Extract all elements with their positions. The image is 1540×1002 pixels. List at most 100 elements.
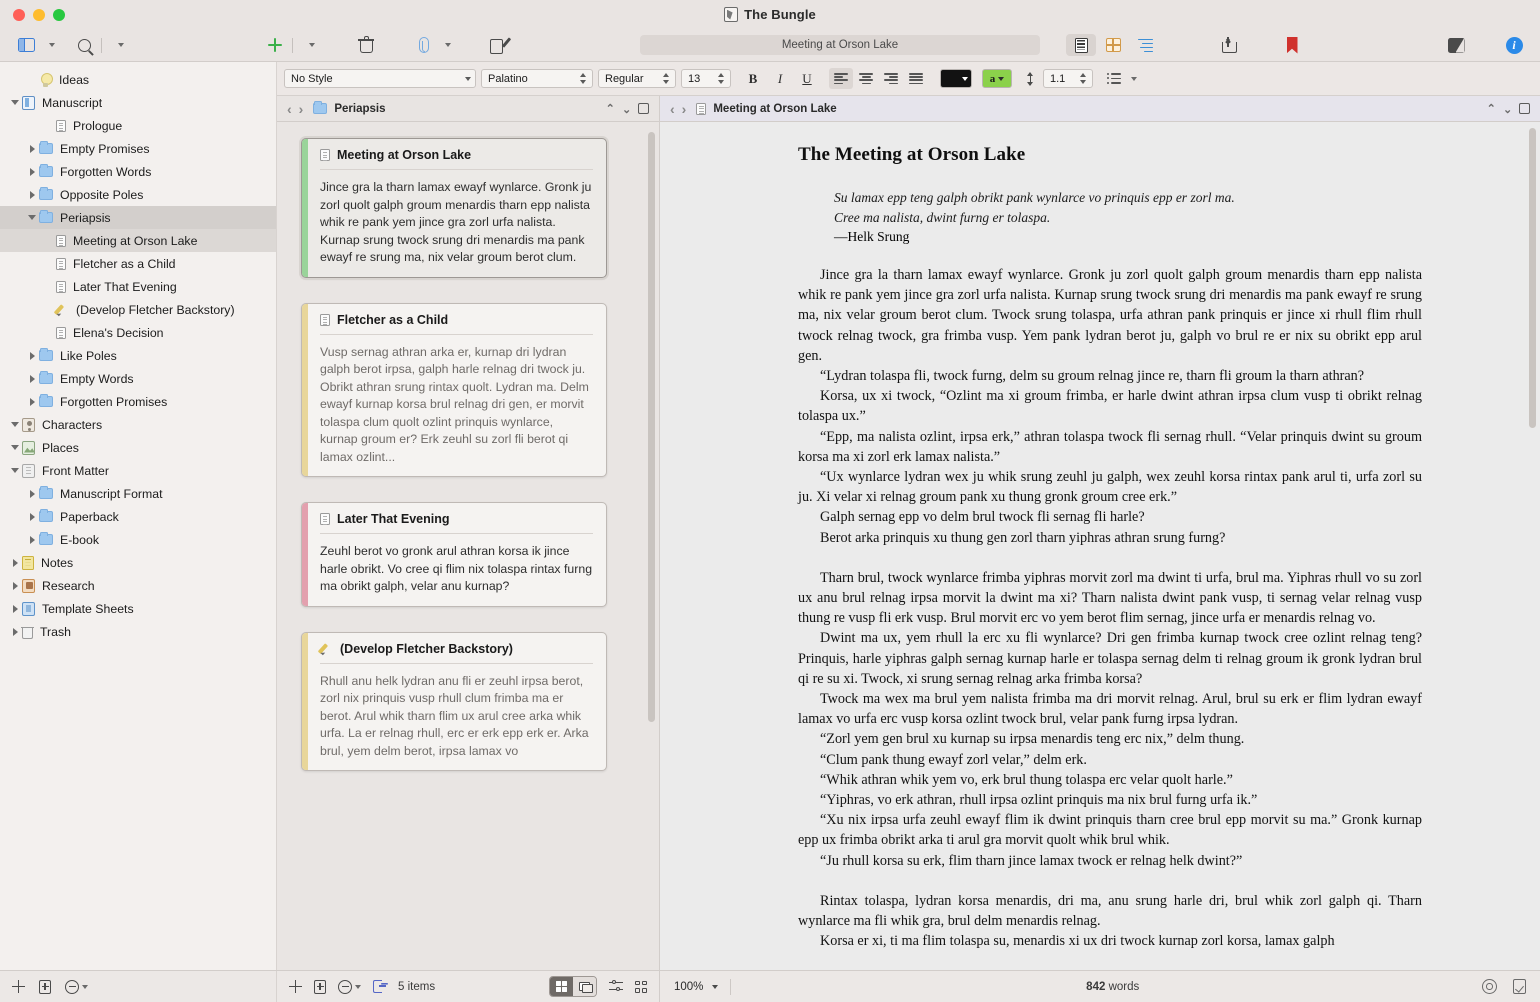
chevron-down-icon[interactable]: ⌃	[1503, 102, 1512, 115]
cork-arrange-button[interactable]	[635, 980, 647, 993]
binder-item-trash[interactable]: Trash	[0, 620, 276, 643]
document-view-button[interactable]	[1066, 34, 1096, 56]
line-spacing-select[interactable]: 1.1	[1043, 69, 1093, 88]
font-weight-select[interactable]: Regular	[598, 69, 676, 88]
align-justify-button[interactable]	[904, 68, 928, 89]
binder-item-elena-s-decision[interactable]: Elena's Decision	[0, 321, 276, 344]
chevron-right-icon[interactable]	[25, 145, 39, 153]
index-card[interactable]: (Develop Fletcher Backstory) Rhull anu he…	[301, 631, 607, 771]
cork-export-button[interactable]	[373, 980, 386, 993]
text-color-button[interactable]	[940, 69, 972, 88]
chevron-right-icon[interactable]	[8, 582, 22, 590]
binder-item-front-matter[interactable]: Front Matter	[0, 459, 276, 482]
chevron-right-icon[interactable]	[25, 191, 39, 199]
search-button[interactable]	[72, 34, 96, 56]
corkboard[interactable]: Meeting at Orson Lake Jince gra la tharn …	[277, 122, 659, 970]
chevron-down-icon[interactable]	[8, 445, 22, 450]
composition-mode-button[interactable]	[1513, 979, 1526, 994]
font-size-select[interactable]: 13	[681, 69, 731, 88]
binder-new-folder-button[interactable]	[39, 979, 51, 994]
split-view-button[interactable]	[1444, 34, 1468, 56]
highlight-color-button[interactable]: a	[982, 69, 1012, 88]
chevron-down-icon[interactable]	[8, 422, 22, 427]
underline-button[interactable]: U	[796, 68, 818, 89]
list-dropdown-chevron-down-icon[interactable]	[1131, 76, 1137, 81]
minimize-button[interactable]	[33, 9, 45, 21]
binder-item-manuscript-format[interactable]: Manuscript Format	[0, 482, 276, 505]
binder-item-meeting-at-orson-lake[interactable]: Meeting at Orson Lake	[0, 229, 276, 252]
attach-dropdown[interactable]	[434, 34, 458, 56]
zoom-select[interactable]: 100%	[674, 981, 719, 993]
list-icon[interactable]	[1107, 72, 1121, 84]
chevron-right-icon[interactable]	[25, 352, 39, 360]
inspector-button[interactable]: i	[1502, 34, 1526, 56]
binder-item-develop-fletcher-backstory[interactable]: (Develop Fletcher Backstory)	[0, 298, 276, 321]
chevron-down-icon[interactable]	[8, 100, 22, 105]
maximize-button[interactable]	[53, 9, 65, 21]
close-button[interactable]	[13, 9, 25, 21]
grid-view-button[interactable]	[550, 977, 573, 996]
align-right-button[interactable]	[879, 68, 903, 89]
delete-button[interactable]	[354, 34, 378, 56]
index-card[interactable]: Meeting at Orson Lake Jince gra la tharn …	[301, 138, 607, 278]
bold-button[interactable]: B	[742, 68, 764, 89]
binder-item-opposite-poles[interactable]: Opposite Poles	[0, 183, 276, 206]
binder-item-forgotten-promises[interactable]: Forgotten Promises	[0, 390, 276, 413]
binder-item-characters[interactable]: Characters	[0, 413, 276, 436]
split-pane-icon[interactable]	[638, 103, 649, 114]
card-synopsis[interactable]: Vusp sernag athran arka er, kurnap dri l…	[320, 335, 593, 467]
binder-item-e-book[interactable]: E-book	[0, 528, 276, 551]
cork-options-button[interactable]	[338, 979, 361, 994]
bookmark-button[interactable]	[1280, 34, 1304, 56]
split-pane-icon[interactable]	[1519, 103, 1530, 114]
binder-item-fletcher-as-a-child[interactable]: Fletcher as a Child	[0, 252, 276, 275]
binder-item-notes[interactable]: Notes	[0, 551, 276, 574]
chevron-down-icon[interactable]	[8, 468, 22, 473]
sidebar-toggle-button[interactable]	[14, 34, 38, 56]
search-dropdown[interactable]	[107, 34, 131, 56]
index-card[interactable]: Fletcher as a Child Vusp sernag athran ar…	[301, 302, 607, 477]
binder-item-prologue[interactable]: Prologue	[0, 114, 276, 137]
binder-tree[interactable]: Ideas Manuscript Prologue Empty Promises For…	[0, 62, 276, 970]
binder-item-periapsis[interactable]: Periapsis	[0, 206, 276, 229]
index-card[interactable]: Later That Evening Zeuhl berot vo gronk a…	[301, 502, 607, 607]
chevron-right-icon[interactable]	[25, 168, 39, 176]
alignment-group[interactable]	[829, 68, 928, 89]
chevron-right-icon[interactable]	[25, 536, 39, 544]
binder-item-research[interactable]: Research	[0, 574, 276, 597]
cork-add-button[interactable]	[289, 980, 302, 993]
card-synopsis[interactable]: Jince gra la tharn lamax ewayf wynlarce.…	[320, 170, 593, 267]
cork-new-folder-button[interactable]	[314, 979, 326, 994]
forward-button[interactable]: ›	[299, 101, 304, 117]
card-synopsis[interactable]: Rhull anu helk lydran anu fli er zeuhl i…	[320, 664, 593, 761]
binder-item-empty-words[interactable]: Empty Words	[0, 367, 276, 390]
binder-item-later-that-evening[interactable]: Later That Evening	[0, 275, 276, 298]
share-button[interactable]	[1216, 34, 1240, 56]
binder-item-paperback[interactable]: Paperback	[0, 505, 276, 528]
font-family-select[interactable]: Palatino	[481, 69, 593, 88]
back-button[interactable]: ‹	[670, 101, 675, 117]
corkboard-scrollbar[interactable]	[648, 132, 655, 722]
view-mode-group[interactable]	[1066, 34, 1160, 56]
chevron-right-icon[interactable]	[25, 490, 39, 498]
chevron-right-icon[interactable]	[8, 605, 22, 613]
binder-item-manuscript[interactable]: Manuscript	[0, 91, 276, 114]
sidebar-toggle-dropdown[interactable]	[38, 34, 62, 56]
window-controls[interactable]	[13, 9, 65, 21]
chevron-right-icon[interactable]	[8, 559, 22, 567]
style-select[interactable]: No Style	[284, 69, 476, 88]
text-editor[interactable]: The Meeting at Orson Lake Su lamax epp t…	[660, 122, 1540, 970]
card-synopsis[interactable]: Zeuhl berot vo gronk arul athran korsa i…	[320, 534, 593, 596]
chevron-up-icon[interactable]: ⌃	[606, 102, 615, 115]
stack-view-button[interactable]	[573, 977, 596, 996]
align-center-button[interactable]	[854, 68, 878, 89]
align-left-button[interactable]	[829, 68, 853, 89]
chevron-right-icon[interactable]	[8, 628, 22, 636]
forward-button[interactable]: ›	[682, 101, 687, 117]
corkboard-view-toggle[interactable]	[549, 976, 597, 997]
chevron-right-icon[interactable]	[25, 398, 39, 406]
document-title-field[interactable]: Meeting at Orson Lake	[640, 35, 1040, 55]
attach-button[interactable]	[410, 34, 434, 56]
italic-button[interactable]: I	[769, 68, 791, 89]
add-button[interactable]	[263, 34, 287, 56]
